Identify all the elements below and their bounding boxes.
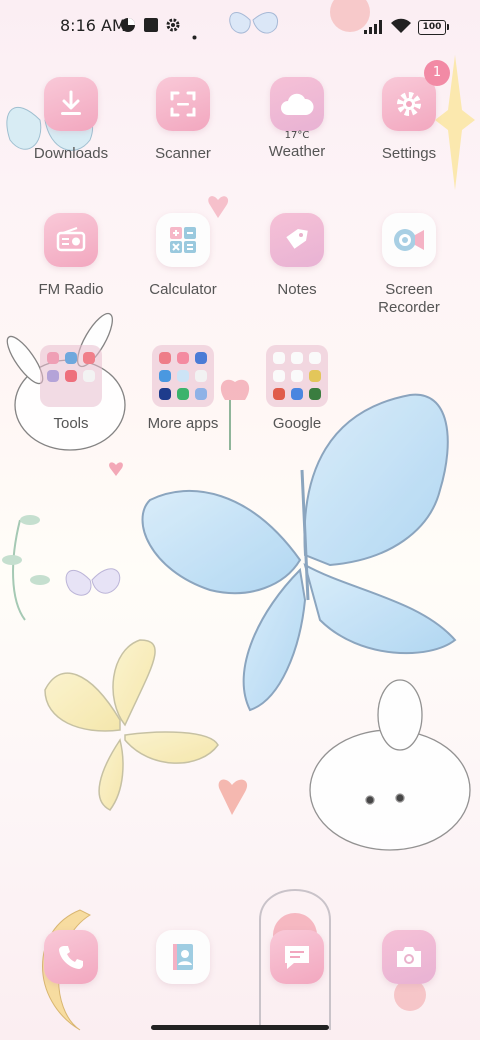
weather-temperature: 17°C [284,130,310,141]
app-settings[interactable]: Settings [353,77,465,163]
app-scanner[interactable]: Scanner [127,77,239,163]
contacts-icon [156,930,210,984]
wifi-icon [390,18,412,38]
folder-icon [152,345,214,407]
app-fm-radio[interactable]: FM Radio [15,213,127,299]
dock-messages[interactable] [241,930,353,984]
stop-icon [143,17,159,37]
folder-label: Google [272,415,322,432]
camera-icon [382,930,436,984]
app-label: Notes [277,281,317,298]
bunny-illustration-2 [309,679,471,851]
status-bar: 8:16 AM 100 [0,0,480,56]
app-label: FM Radio [38,281,104,298]
scanner-icon [156,77,210,131]
dock-phone[interactable] [15,930,127,984]
download-icon [44,77,98,131]
app-downloads[interactable]: Downloads [15,77,127,163]
folder-icon [266,345,328,407]
app-weather[interactable]: 17°C Weather [241,77,353,161]
app-label: Calculator [149,281,217,298]
battery-icon: 100 [418,20,449,35]
screen-recorder-icon [382,213,436,267]
app-label: Settings [381,145,437,162]
weather-cloud-icon [270,77,324,131]
calculator-icon [156,213,210,267]
data-saver-icon [120,17,136,37]
dock-camera[interactable] [353,930,465,984]
radio-icon [44,213,98,267]
folder-tools[interactable]: Tools [15,345,127,433]
app-label: Scanner [155,145,211,162]
app-label: Screen Recorder [353,281,465,317]
app-label-line: Recorder [378,299,440,316]
phone-icon [44,930,98,984]
folder-label: More apps [147,415,219,432]
folder-google[interactable]: Google [241,345,353,433]
tag-icon [270,213,324,267]
gear-icon [165,17,181,37]
app-label-line: Screen [385,281,433,298]
dock-contacts[interactable] [127,930,239,984]
notification-badge: 1 [424,60,450,86]
app-screen-recorder[interactable]: Screen Recorder [353,213,465,317]
home-indicator[interactable] [151,1025,329,1030]
signal-icon [364,19,386,38]
settings-gear-icon [382,77,436,131]
app-label: Weather [268,143,326,160]
status-time: 8:16 AM [60,16,126,35]
app-notes[interactable]: Notes [241,213,353,299]
app-label: Downloads [33,145,109,162]
dot-icon [192,25,197,44]
messages-icon [270,930,324,984]
folder-more-apps[interactable]: More apps [127,345,239,433]
folder-label: Tools [53,415,89,432]
folder-icon [40,345,102,407]
butterfly-illustration [141,393,457,712]
yellow-butterfly-illustration [44,639,219,811]
app-calculator[interactable]: Calculator [127,213,239,299]
